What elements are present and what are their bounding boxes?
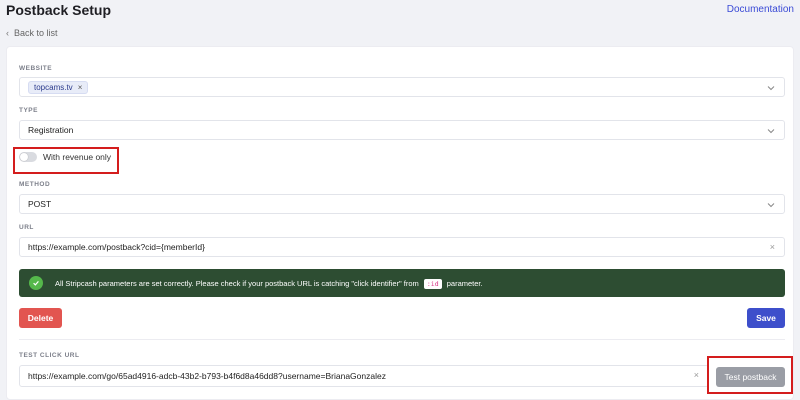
website-tag-label: topcams.tv	[34, 82, 73, 92]
type-select[interactable]: Registration	[19, 120, 785, 140]
clear-url-icon[interactable]: ×	[770, 242, 775, 252]
remove-tag-icon[interactable]: ×	[78, 83, 83, 92]
test-button-highlight-box	[707, 356, 793, 394]
chevron-left-icon: ‹	[6, 28, 9, 38]
method-value: POST	[28, 199, 52, 209]
alert-code: :id	[423, 278, 442, 289]
alert-text: All Stripcash parameters are set correct…	[55, 278, 419, 288]
website-select[interactable]: topcams.tv ×	[19, 77, 785, 97]
website-tag: topcams.tv ×	[28, 80, 89, 94]
test-click-url-value: https://example.com/go/65ad4916-adcb-43b…	[28, 371, 386, 381]
documentation-link[interactable]: Documentation	[727, 4, 794, 15]
test-click-url-input[interactable]: https://example.com/go/65ad4916-adcb-43b…	[19, 365, 709, 387]
delete-button[interactable]: Delete	[19, 308, 62, 328]
back-to-list-label: Back to list	[14, 28, 58, 38]
clear-test-url-icon[interactable]: ×	[694, 370, 699, 380]
chevron-down-icon	[767, 86, 775, 91]
test-click-url-label: TEST CLICK URL	[19, 352, 80, 359]
validation-alert: All Stripcash parameters are set correct…	[19, 269, 785, 297]
type-label: TYPE	[19, 107, 38, 114]
page-title: Postback Setup	[6, 2, 112, 18]
postback-form-card: WEBSITE topcams.tv × TYPE Registration W…	[6, 46, 794, 400]
url-label: URL	[19, 224, 34, 231]
alert-message: All Stripcash parameters are set correct…	[55, 278, 483, 289]
chevron-down-icon	[767, 129, 775, 134]
toggle-highlight-box	[13, 147, 119, 174]
method-select[interactable]: POST	[19, 194, 785, 214]
save-button[interactable]: Save	[747, 308, 785, 328]
method-label: METHOD	[19, 181, 51, 188]
type-value: Registration	[28, 125, 74, 135]
chevron-down-icon	[767, 203, 775, 208]
url-value: https://example.com/postback?cid={member…	[28, 242, 205, 252]
divider	[19, 339, 785, 340]
alert-text-end: parameter.	[446, 278, 483, 288]
website-label: WEBSITE	[19, 65, 53, 72]
url-input[interactable]: https://example.com/postback?cid={member…	[19, 237, 785, 257]
check-icon	[29, 276, 43, 290]
back-to-list-link[interactable]: ‹ Back to list	[6, 28, 58, 38]
